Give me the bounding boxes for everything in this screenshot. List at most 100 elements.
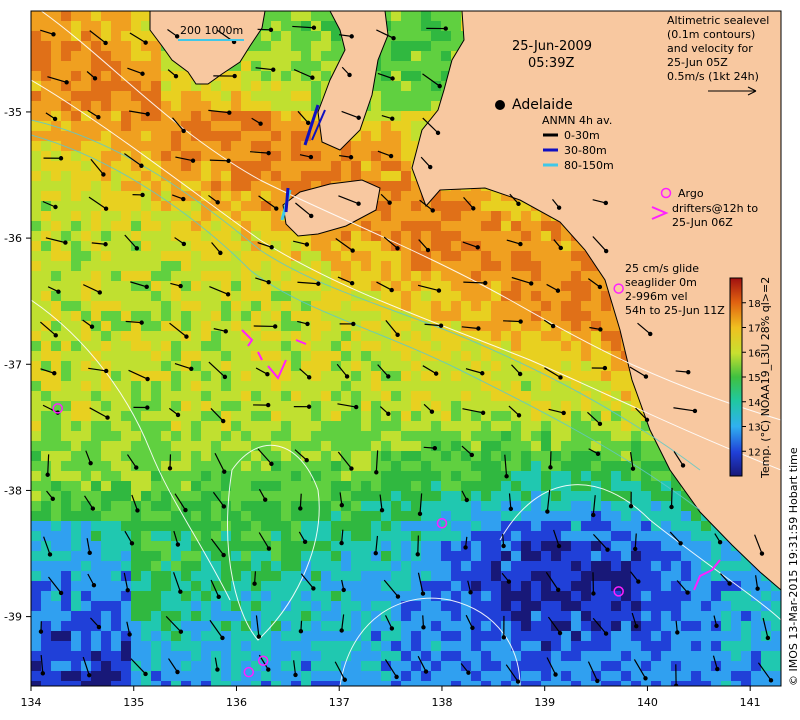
sst-cell	[511, 331, 522, 342]
sst-cell	[261, 591, 272, 602]
sst-cell	[421, 501, 432, 512]
sst-cell	[261, 431, 272, 442]
sst-cell	[571, 471, 582, 482]
sst-cell	[41, 171, 52, 182]
sst-cell	[131, 41, 142, 52]
sst-cell	[101, 491, 112, 502]
sst-cell	[231, 331, 242, 342]
sst-cell	[301, 351, 312, 362]
sst-cell	[441, 581, 452, 592]
sst-cell	[191, 671, 202, 682]
sst-cell	[711, 651, 722, 662]
sst-cell	[561, 281, 572, 292]
sst-cell	[641, 661, 652, 672]
sst-cell	[301, 521, 312, 532]
sst-cell	[201, 271, 212, 282]
sst-cell	[621, 651, 632, 662]
sst-cell	[221, 101, 232, 112]
sst-cell	[81, 101, 92, 112]
sst-cell	[511, 441, 522, 452]
sst-cell	[661, 511, 672, 522]
sst-cell	[181, 341, 192, 352]
sst-cell	[171, 311, 182, 322]
sst-cell	[501, 621, 512, 632]
sst-cell	[711, 591, 722, 602]
sst-cell	[611, 611, 622, 622]
sst-cell	[41, 511, 52, 522]
sst-cell	[401, 491, 412, 502]
sst-cell	[81, 341, 92, 352]
sst-cell	[211, 341, 222, 352]
sst-cell	[81, 251, 92, 262]
sst-cell	[441, 431, 452, 442]
sst-cell	[361, 151, 372, 162]
sst-cell	[321, 671, 332, 682]
sst-cell	[251, 61, 262, 72]
sst-cell	[41, 101, 52, 112]
sst-cell	[241, 461, 252, 472]
sst-cell	[471, 251, 482, 262]
sst-cell	[201, 441, 212, 452]
sst-cell	[551, 291, 562, 302]
sst-cell	[121, 481, 132, 492]
sst-cell	[91, 541, 102, 552]
sst-cell	[121, 91, 132, 102]
sst-cell	[101, 181, 112, 192]
sst-cell	[101, 381, 112, 392]
sst-cell	[181, 521, 192, 532]
sst-cell	[331, 371, 342, 382]
sst-cell	[111, 511, 122, 522]
sst-cell	[221, 201, 232, 212]
sst-cell	[191, 421, 202, 432]
sst-cell	[421, 641, 432, 652]
sst-cell	[101, 271, 112, 282]
sst-cell	[561, 301, 572, 312]
sst-cell	[281, 81, 292, 92]
sst-cell	[481, 471, 492, 482]
sst-cell	[291, 361, 302, 372]
sst-cell	[151, 581, 162, 592]
sst-cell	[201, 111, 212, 122]
sst-cell	[681, 661, 692, 672]
sst-cell	[151, 111, 162, 122]
sst-cell	[201, 121, 212, 132]
sst-cell	[281, 631, 292, 642]
sst-cell	[311, 91, 322, 102]
sst-cell	[421, 11, 432, 22]
sst-cell	[221, 301, 232, 312]
sst-cell	[651, 541, 662, 552]
sst-cell	[581, 551, 592, 562]
sst-cell	[241, 351, 252, 362]
sst-cell	[231, 541, 242, 552]
sst-cell	[671, 581, 682, 592]
sst-cell	[691, 631, 702, 642]
sst-cell	[321, 421, 332, 432]
sst-cell	[431, 631, 442, 642]
sst-cell	[311, 51, 322, 62]
sst-cell	[391, 611, 402, 622]
sst-cell	[91, 371, 102, 382]
sst-cell	[91, 91, 102, 102]
sst-cell	[51, 451, 62, 462]
sst-cell	[191, 661, 202, 672]
sst-cell	[451, 241, 462, 252]
sst-cell	[81, 541, 92, 552]
sst-cell	[281, 121, 292, 132]
sst-cell	[411, 361, 422, 372]
sst-cell	[151, 51, 162, 62]
sst-cell	[111, 671, 122, 682]
sst-cell	[361, 651, 372, 662]
sst-cell	[531, 521, 542, 532]
sst-cell	[481, 651, 492, 662]
sst-cell	[31, 261, 42, 272]
sst-cell	[541, 221, 552, 232]
sst-cell	[41, 451, 52, 462]
sst-cell	[421, 81, 432, 92]
sst-cell	[241, 241, 252, 252]
sst-cell	[111, 621, 122, 632]
sst-cell	[261, 601, 272, 612]
sst-cell	[381, 491, 392, 502]
sst-cell	[361, 361, 372, 372]
sst-cell	[331, 561, 342, 572]
sst-cell	[151, 91, 162, 102]
